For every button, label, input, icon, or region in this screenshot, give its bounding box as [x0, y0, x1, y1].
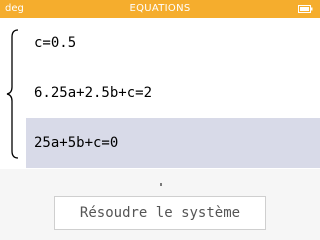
equation-list: c=0.5 6.25a+2.5b+c=2 25a+5b+c=0 — [0, 18, 320, 169]
battery-icon — [298, 5, 313, 13]
equation-text: 25a+5b+c=0 — [34, 135, 119, 151]
action-area: Résoudre le système — [0, 169, 320, 240]
equation-text: 6.25a+2.5b+c=2 — [34, 85, 153, 101]
solve-system-button[interactable]: Résoudre le système — [54, 196, 266, 230]
equations-screen: deg EQUATIONS c=0.5 6.25a+2.5b+c=2 25a+5… — [0, 0, 320, 240]
equation-row[interactable]: 6.25a+2.5b+c=2 — [26, 68, 320, 118]
system-brace — [6, 29, 19, 159]
equation-text: c=0.5 — [34, 35, 77, 51]
title-bar: deg EQUATIONS — [0, 0, 320, 18]
equation-row-selected[interactable]: 25a+5b+c=0 — [26, 118, 320, 168]
row-marker — [160, 183, 162, 186]
app-title: EQUATIONS — [129, 3, 191, 14]
equation-row[interactable]: c=0.5 — [26, 18, 320, 68]
